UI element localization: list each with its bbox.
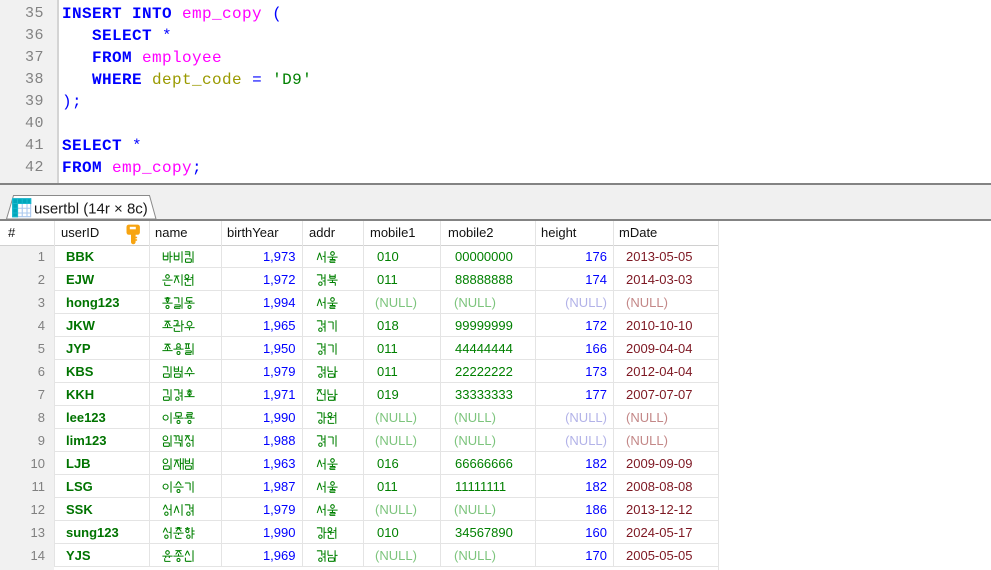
svg-text:usertbl (14r × 8c): usertbl (14r × 8c) <box>34 201 148 218</box>
